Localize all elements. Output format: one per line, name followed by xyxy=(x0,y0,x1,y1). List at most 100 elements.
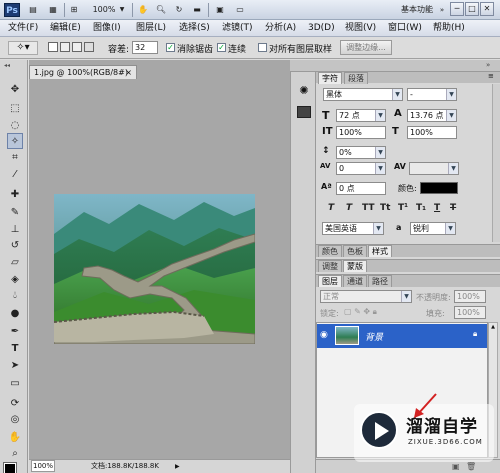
navigator-icon[interactable] xyxy=(297,106,311,118)
path-selection-tool-icon[interactable]: ➤ xyxy=(7,358,23,374)
sample-all-checkbox[interactable] xyxy=(258,43,267,52)
brush-presets-icon[interactable]: ✺ xyxy=(297,84,311,98)
tab-layers[interactable]: 图层 xyxy=(318,275,342,287)
type-tool-icon[interactable]: T xyxy=(7,341,23,357)
screen-mode-icon[interactable]: ▭ xyxy=(232,3,248,17)
baseline-shift-input[interactable]: 0 点 xyxy=(336,182,386,195)
status-zoom-field[interactable]: 100% xyxy=(31,460,55,472)
kerning-dropdown[interactable]: 0 ▼ xyxy=(336,162,386,175)
delete-layer-icon[interactable]: 🗑︎ xyxy=(466,462,476,471)
leading-input[interactable]: 13.76 点 ▼ xyxy=(407,109,457,122)
3d-orbit-tool-icon[interactable]: ◎ xyxy=(7,412,23,428)
close-tab-icon[interactable]: × xyxy=(125,66,132,79)
ruler-icon[interactable]: ▬ xyxy=(190,3,204,17)
3d-rotate-tool-icon[interactable]: ⟳ xyxy=(7,396,23,412)
tab-paths[interactable]: 路径 xyxy=(368,275,392,287)
tab-paragraph[interactable]: 段落 xyxy=(344,72,368,84)
tracking-dropdown[interactable]: ▼ xyxy=(409,162,459,175)
tab-adjustments[interactable]: 调整 xyxy=(318,260,342,272)
chevron-down-icon[interactable]: ▼ xyxy=(118,3,126,17)
scroll-up-icon[interactable]: ▲ xyxy=(489,323,497,331)
fill-input[interactable]: 100% xyxy=(454,306,486,319)
text-color-swatch[interactable] xyxy=(420,182,458,194)
healing-brush-tool-icon[interactable]: ✚ xyxy=(7,187,23,203)
rotate-view-icon[interactable]: ↻ xyxy=(172,3,186,17)
close-button[interactable]: ✕ xyxy=(480,2,494,16)
zoom-icon[interactable]: 🔍︎ xyxy=(154,3,168,17)
menu-edit[interactable]: 编辑(E) xyxy=(50,22,81,35)
magic-wand-tool-icon[interactable]: ✧ xyxy=(7,133,23,149)
superscript-button[interactable]: T¹ xyxy=(398,203,408,213)
layer-row[interactable]: ◉ 背景 🔒︎ xyxy=(317,324,487,348)
tracking-ratio-dropdown[interactable]: 0% ▼ xyxy=(336,146,386,159)
toolbox-collapse-icon[interactable]: ◂◂ xyxy=(4,63,24,69)
canvas-viewport[interactable] xyxy=(29,79,290,459)
antialias-dropdown[interactable]: 锐利 ▼ xyxy=(410,222,456,235)
workspace-menu-icon[interactable]: » xyxy=(438,3,446,17)
pen-tool-icon[interactable]: ✒ xyxy=(7,324,23,340)
contiguous-checkbox[interactable]: ✓ xyxy=(217,43,226,52)
lock-icons[interactable]: ▢ ✎ ✥ 🔒︎ xyxy=(344,307,377,317)
subtract-selection-icon[interactable] xyxy=(72,42,82,52)
eyedropper-tool-icon[interactable]: ⁄ xyxy=(7,167,23,183)
minibridge-icon[interactable]: ▦ xyxy=(46,3,60,17)
crop-tool-icon[interactable]: ⌗ xyxy=(7,150,23,166)
small-caps-button[interactable]: Tt xyxy=(380,203,390,213)
eraser-tool-icon[interactable]: ▱ xyxy=(7,255,23,271)
brush-tool-icon[interactable]: ✎ xyxy=(7,205,23,221)
hand-icon[interactable]: ✋ xyxy=(136,3,150,17)
blur-tool-icon[interactable]: 💧︎ xyxy=(7,288,23,304)
collapse-panels-icon[interactable]: » xyxy=(486,61,490,69)
tab-swatches[interactable]: 色板 xyxy=(343,245,367,257)
language-dropdown[interactable]: 美国英语 ▼ xyxy=(322,222,384,235)
font-family-dropdown[interactable]: 黑体 ▼ xyxy=(323,88,403,101)
zoom-level-dropdown[interactable]: 100% xyxy=(90,3,118,17)
menu-window[interactable]: 窗口(W) xyxy=(388,22,422,35)
shape-tool-icon[interactable]: ▭ xyxy=(7,376,23,392)
font-size-input[interactable]: 72 点 ▼ xyxy=(336,109,386,122)
tab-character[interactable]: 字符 xyxy=(318,72,342,84)
menu-file[interactable]: 文件(F) xyxy=(8,22,38,35)
strikethrough-button[interactable]: T xyxy=(450,203,456,213)
tab-styles[interactable]: 样式 xyxy=(368,245,392,257)
magic-wand-preset-icon[interactable]: ✧▾ xyxy=(8,41,38,55)
intersect-selection-icon[interactable] xyxy=(84,42,94,52)
maximize-button[interactable]: □ xyxy=(465,2,479,16)
menu-help[interactable]: 帮助(H) xyxy=(433,22,465,35)
marquee-tool-icon[interactable]: ⬚ xyxy=(7,101,23,117)
underline-button[interactable]: T xyxy=(434,203,440,213)
menu-analysis[interactable]: 分析(A) xyxy=(265,22,296,35)
menu-layer[interactable]: 图层(L) xyxy=(136,22,166,35)
minimize-button[interactable]: ─ xyxy=(450,2,464,16)
document-tab[interactable]: 1.jpg @ 100%(RGB/8#) × xyxy=(29,65,137,79)
menu-filter[interactable]: 滤镜(T) xyxy=(222,22,253,35)
tab-channels[interactable]: 通道 xyxy=(343,275,367,287)
lasso-tool-icon[interactable]: ◌ xyxy=(7,118,23,134)
tab-color[interactable]: 颜色 xyxy=(318,245,342,257)
faux-italic-button[interactable]: T xyxy=(346,203,352,213)
vertical-scale-input[interactable]: 100% xyxy=(336,126,386,139)
font-style-dropdown[interactable]: - ▼ xyxy=(407,88,457,101)
status-menu-icon[interactable]: ▶ xyxy=(175,460,180,473)
refine-edge-button[interactable]: 调整边缘... xyxy=(340,40,392,55)
opacity-input[interactable]: 100% xyxy=(454,290,486,303)
hand-tool-icon[interactable]: ✋ xyxy=(7,430,23,446)
view-extras-icon[interactable]: ⊞ xyxy=(66,3,82,17)
menu-select[interactable]: 选择(S) xyxy=(179,22,210,35)
clone-stamp-tool-icon[interactable]: ⊥ xyxy=(7,222,23,238)
zoom-tool-icon[interactable]: ⌕ xyxy=(7,446,23,462)
canvas-image[interactable] xyxy=(54,194,255,344)
tolerance-input[interactable]: 32 xyxy=(132,41,158,54)
eye-icon[interactable]: ◉ xyxy=(320,330,328,340)
new-selection-icon[interactable] xyxy=(48,42,58,52)
horizontal-scale-input[interactable]: 100% xyxy=(407,126,457,139)
all-caps-button[interactable]: TT xyxy=(362,203,375,213)
arrange-documents-icon[interactable]: ▣ xyxy=(212,3,228,17)
blend-mode-dropdown[interactable]: 正常 ▼ xyxy=(320,290,412,303)
dodge-tool-icon[interactable]: ● xyxy=(7,306,23,322)
menu-image[interactable]: 图像(I) xyxy=(93,22,121,35)
menu-view[interactable]: 视图(V) xyxy=(345,22,376,35)
move-tool-icon[interactable]: ✥ xyxy=(7,82,23,98)
tab-masks[interactable]: 蒙版 xyxy=(343,260,367,272)
layer-name[interactable]: 背景 xyxy=(365,330,383,343)
